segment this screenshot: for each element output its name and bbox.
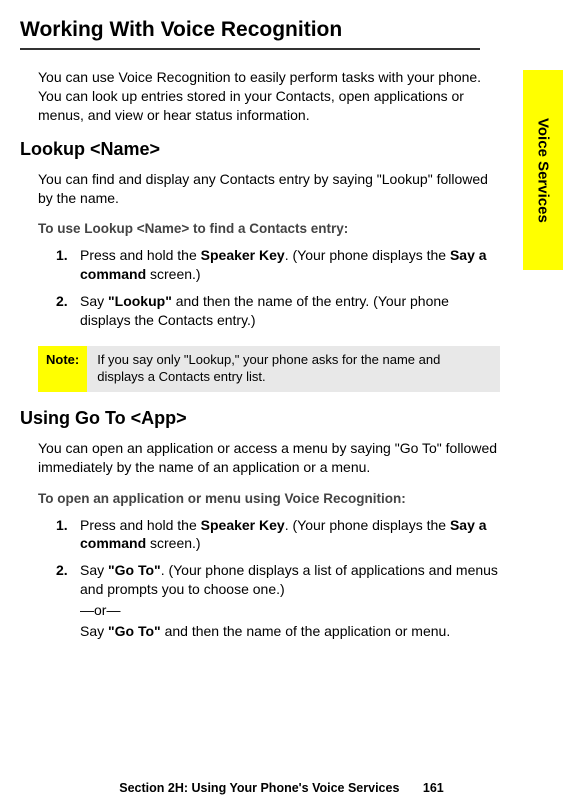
text: screen.) [146,535,200,551]
step-text: Say "Go To". (Your phone displays a list… [80,561,501,641]
note-content: If you say only "Lookup," your phone ask… [87,346,500,392]
note-label: Note: [38,346,87,392]
bold-text: Speaker Key [201,517,285,533]
text: Say [80,562,108,578]
heading-rule [20,48,480,50]
step-text: Press and hold the Speaker Key. (Your ph… [80,246,501,284]
step-text: Press and hold the Speaker Key. (Your ph… [80,516,501,554]
side-tab-label: Voice Services [535,118,552,223]
text: Press and hold the [80,517,201,533]
intro-paragraph: You can use Voice Recognition to easily … [38,68,498,125]
step-number: 1. [56,246,72,284]
section1-heading: Lookup <Name> [20,139,533,160]
section1-instruction-heading: To use Lookup <Name> to find a Contacts … [38,221,533,236]
page-footer: Section 2H: Using Your Phone's Voice Ser… [0,781,563,795]
text: Say [80,623,108,639]
text: Press and hold the [80,247,201,263]
step-number: 2. [56,292,72,330]
list-item: 1. Press and hold the Speaker Key. (Your… [56,516,501,554]
text: and then the name of the application or … [161,623,451,639]
side-tab: Voice Services [523,70,563,270]
section1-paragraph: You can find and display any Contacts en… [38,170,498,208]
text: screen.) [146,266,200,282]
or-text: —or— [80,601,501,620]
step-text: Say "Lookup" and then the name of the en… [80,292,501,330]
section2-paragraph: You can open an application or access a … [38,439,498,477]
text: . (Your phone displays the [285,247,450,263]
bold-text: "Lookup" [108,293,172,309]
bold-text: "Go To" [108,562,161,578]
bold-text: "Go To" [108,623,161,639]
step-number: 1. [56,516,72,554]
section1-steps: 1. Press and hold the Speaker Key. (Your… [56,246,501,330]
text: . (Your phone displays the [285,517,450,533]
text: Say [80,293,108,309]
footer-text: Section 2H: Using Your Phone's Voice Ser… [119,781,399,795]
list-item: 2. Say "Lookup" and then the name of the… [56,292,501,330]
list-item: 2. Say "Go To". (Your phone displays a l… [56,561,501,641]
section2-heading: Using Go To <App> [20,408,533,429]
note-box: Note: If you say only "Lookup," your pho… [38,346,500,392]
main-heading: Working With Voice Recognition [20,18,533,42]
page-number: 161 [423,781,444,795]
bold-text: Speaker Key [201,247,285,263]
list-item: 1. Press and hold the Speaker Key. (Your… [56,246,501,284]
step-number: 2. [56,561,72,641]
section2-instruction-heading: To open an application or menu using Voi… [38,491,533,506]
section2-steps: 1. Press and hold the Speaker Key. (Your… [56,516,501,641]
